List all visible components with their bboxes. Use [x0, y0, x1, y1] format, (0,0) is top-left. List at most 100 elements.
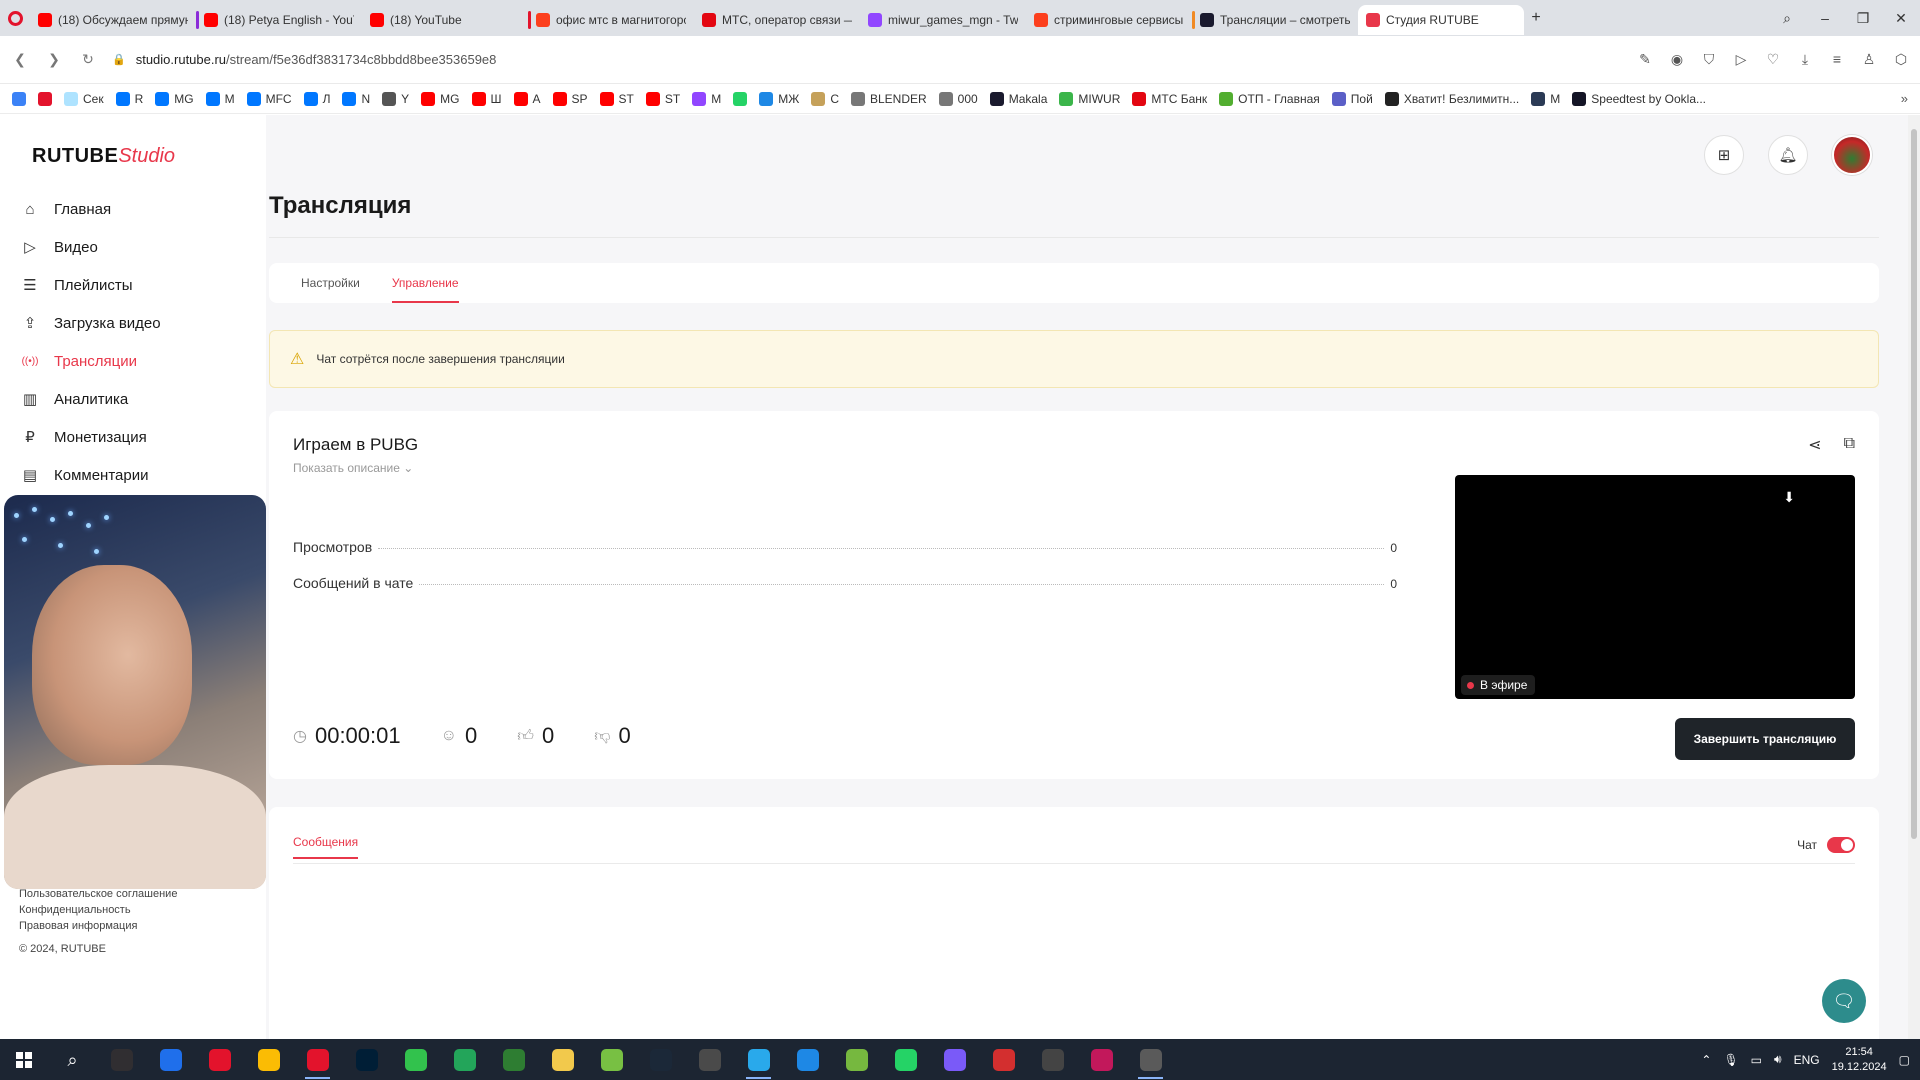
volume-icon[interactable]: 🔊︎ [1774, 1052, 1782, 1067]
bookmark-item[interactable]: Хватит! Безлимитн... [1384, 91, 1519, 106]
sidebar-item-broadcast[interactable]: ((•)) Трансляции [20, 342, 260, 380]
taskbar-chrome-style-app[interactable] [146, 1039, 195, 1080]
opera-menu-button[interactable] [0, 0, 30, 36]
browser-tab[interactable]: офис мтс в магнитогорске [528, 5, 694, 35]
tab-management[interactable]: Управление [391, 263, 459, 303]
browser-tab[interactable]: miwur_games_mgn - Twitch [860, 5, 1026, 35]
tab-messages[interactable]: Сообщения [293, 835, 359, 859]
reload-button[interactable]: ↻ [78, 51, 98, 68]
bookmark-item[interactable]: MG [421, 91, 460, 106]
taskbar-obs-app[interactable] [97, 1039, 146, 1080]
shield-icon[interactable]: ⛉ [1700, 51, 1718, 68]
legal-link[interactable]: Правовая информация [19, 918, 177, 934]
notification-center-icon[interactable]: ▢ [1899, 1053, 1910, 1067]
start-button[interactable] [0, 1039, 48, 1080]
taskbar-explorer-app[interactable] [538, 1039, 587, 1080]
user-avatar[interactable] [1832, 135, 1872, 175]
taskbar-phone-app[interactable] [391, 1039, 440, 1080]
bookmark-item[interactable]: Ш [471, 91, 502, 106]
sidebar-item-upload[interactable]: ⇪ Загрузка видео [20, 304, 260, 342]
taskbar-amd-app[interactable] [195, 1039, 244, 1080]
tab-settings[interactable]: Настройки [301, 263, 360, 303]
play-icon[interactable]: ▷ [1732, 51, 1750, 68]
browser-tab[interactable]: Студия RUTUBE [1358, 5, 1524, 35]
browser-tab[interactable]: (18) YouTube [362, 5, 528, 35]
close-window-button[interactable]: ✕ [1882, 10, 1920, 27]
end-stream-button[interactable]: Завершить трансляцию [1675, 718, 1855, 760]
bookmark-item[interactable]: BLENDER [850, 91, 927, 106]
bookmark-item[interactable]: Пой [1331, 91, 1373, 106]
rutube-studio-logo[interactable]: RUTUBEStudio [32, 145, 175, 168]
bookmark-item[interactable]: MG [155, 91, 194, 106]
taskbar-chrome-app[interactable] [244, 1039, 293, 1080]
menu-icon[interactable]: ≡ [1828, 51, 1846, 68]
page-scrollbar[interactable] [1908, 115, 1920, 1039]
taskbar-telegram-app[interactable] [734, 1039, 783, 1080]
tab-search-icon[interactable]: ⌕ [1768, 10, 1806, 27]
bookmark-item[interactable] [38, 91, 52, 106]
taskbar-network-app[interactable] [783, 1039, 832, 1080]
bookmark-item[interactable]: МЖ [759, 91, 799, 106]
show-description-toggle[interactable]: Показать описание ⌄ [293, 461, 413, 475]
taskbar-whatsapp-app[interactable] [881, 1039, 930, 1080]
bookmark-item[interactable]: M [205, 91, 235, 106]
stream-preview-player[interactable]: ⬇ В эфире [1455, 475, 1855, 699]
bookmark-item[interactable]: Speedtest by Ookla... [1572, 91, 1706, 106]
profile-icon[interactable]: ♙ [1860, 51, 1878, 68]
taskbar-pubg-app[interactable] [1126, 1039, 1175, 1080]
browser-tab[interactable]: стриминговые сервисы - [1026, 5, 1192, 35]
taskbar-speed-app[interactable] [1028, 1039, 1077, 1080]
bookmark-item[interactable]: Y [382, 91, 409, 106]
support-chat-button[interactable]: 🗨︎ [1822, 979, 1866, 1023]
bookmarks-more-button[interactable]: » [1901, 91, 1908, 106]
chat-switch[interactable] [1827, 837, 1855, 853]
taskbar-search-app[interactable]: ⌕ [48, 1039, 97, 1080]
bookmark-item[interactable]: МТС Банк [1132, 91, 1207, 106]
create-button[interactable]: ⊞ [1704, 135, 1744, 175]
taskbar-msi-app[interactable] [979, 1039, 1028, 1080]
download-icon[interactable]: ⤓ [1796, 51, 1814, 68]
bookmark-item[interactable]: M [1531, 91, 1560, 106]
taskbar-feather-app[interactable] [930, 1039, 979, 1080]
scrollbar-thumb[interactable] [1911, 129, 1917, 839]
bookmark-item[interactable]: MIWUR [1059, 91, 1120, 106]
taskbar-utorrent-app[interactable] [832, 1039, 881, 1080]
url-field[interactable]: 🔒 studio.rutube.ru/stream/f5e36df3831734… [112, 52, 1622, 67]
clock[interactable]: 21:54 19.12.2024 [1832, 1045, 1887, 1075]
bookmark-item[interactable]: ST [599, 91, 634, 106]
extensions-icon[interactable]: ⬡ [1892, 51, 1910, 68]
bookmark-item[interactable]: M [692, 91, 721, 106]
sidebar-item-video[interactable]: ▷ Видео [20, 228, 260, 266]
new-tab-button[interactable]: + [1524, 9, 1548, 27]
taskbar-steam-app[interactable] [636, 1039, 685, 1080]
taskbar-utility-app[interactable] [489, 1039, 538, 1080]
taskbar-photoshop-app[interactable] [342, 1039, 391, 1080]
privacy-link[interactable]: Конфиденциальность [19, 902, 177, 918]
bookmark-item[interactable]: Makala [989, 91, 1047, 106]
edit-icon[interactable]: ✎ [1636, 51, 1654, 68]
sidebar-item-analytics[interactable]: ▥ Аналитика [20, 380, 260, 418]
bookmark-item[interactable]: ST [645, 91, 680, 106]
notifications-button[interactable]: 🔔︎ [1768, 135, 1808, 175]
open-external-icon[interactable]: ⧉ [1844, 435, 1855, 455]
network-icon[interactable]: ▭ [1751, 1053, 1762, 1067]
bookmark-item[interactable]: R [115, 91, 143, 106]
bookmark-item[interactable]: MFC [246, 91, 292, 106]
taskbar-game-app[interactable] [685, 1039, 734, 1080]
minimize-button[interactable]: – [1806, 10, 1844, 26]
bookmark-item[interactable]: A [513, 91, 541, 106]
forward-button[interactable]: ❯ [44, 51, 64, 68]
browser-tab[interactable]: Трансляции – смотреть в [1192, 5, 1358, 35]
taskbar-bluestacks-app[interactable] [587, 1039, 636, 1080]
language-indicator[interactable]: ENG [1794, 1053, 1820, 1067]
terms-link[interactable]: Пользовательское соглашение [19, 886, 177, 902]
sidebar-item-comments[interactable]: ▤ Комментарии [20, 456, 260, 494]
bookmark-item[interactable]: SP [552, 91, 588, 106]
back-button[interactable]: ❮ [10, 51, 30, 68]
bookmark-item[interactable]: Л [303, 91, 330, 106]
bookmark-item[interactable]: Сек [64, 91, 104, 106]
bookmark-item[interactable] [733, 91, 748, 106]
sidebar-item-home[interactable]: ⌂ Главная [20, 190, 260, 228]
share-icon[interactable]: ⋖ [1808, 435, 1821, 455]
tray-chevron-icon[interactable]: ⌃ [1701, 1053, 1711, 1067]
